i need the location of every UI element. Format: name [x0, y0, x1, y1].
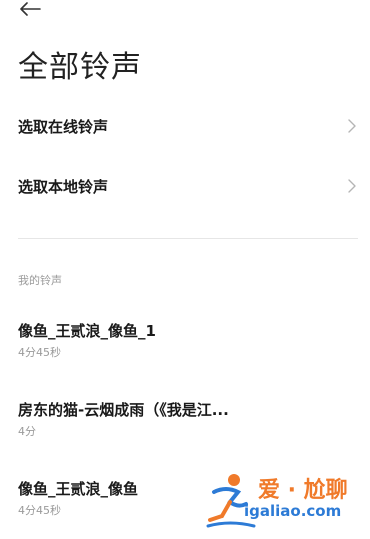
select-local-ringtone-item[interactable]: 选取本地铃声 [0, 166, 370, 206]
ringtone-name: 像鱼_王贰浪_像鱼 [18, 480, 139, 498]
ringtone-duration: 4分45秒 [18, 504, 61, 517]
section-title-my-ringtones: 我的铃声 [18, 274, 62, 287]
runner-logo-icon [206, 474, 256, 528]
ringtone-item[interactable]: 房东的猫-云烟成雨（《我是江... 4分 [0, 399, 370, 443]
chevron-right-icon [348, 119, 356, 133]
divider [18, 238, 358, 239]
select-local-ringtone-label: 选取本地铃声 [18, 178, 109, 196]
arrow-left-icon [20, 2, 41, 16]
ringtone-name: 像鱼_王贰浪_像鱼_1 [18, 322, 156, 340]
chevron-right-icon [348, 179, 356, 193]
back-button[interactable] [16, 0, 44, 18]
ringtone-duration: 4分45秒 [18, 346, 61, 359]
site-watermark: 爱 · 尬聊 igaliao.com [204, 470, 370, 530]
watermark-title: 爱 · 尬聊 [258, 478, 348, 503]
select-online-ringtone-label: 选取在线铃声 [18, 118, 109, 136]
watermark-url: igaliao.com [244, 502, 342, 520]
select-online-ringtone-item[interactable]: 选取在线铃声 [0, 106, 370, 146]
page-title: 全部铃声 [18, 50, 142, 85]
ringtone-item[interactable]: 像鱼_王贰浪_像鱼_1 4分45秒 [0, 320, 370, 364]
ringtone-duration: 4分 [18, 425, 36, 438]
ringtone-name: 房东的猫-云烟成雨（《我是江... [18, 401, 229, 419]
